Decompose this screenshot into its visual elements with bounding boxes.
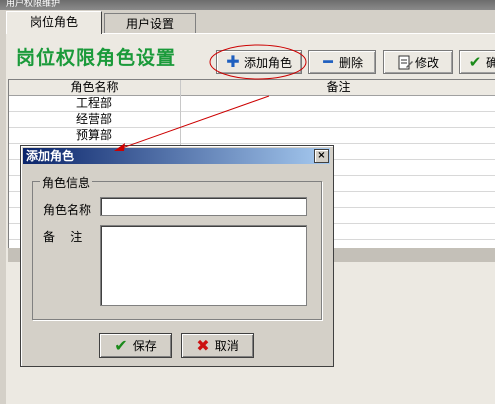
cancel-button[interactable]: ✖ 取消 xyxy=(181,333,254,358)
tab-user-settings-label: 用户设置 xyxy=(125,17,174,31)
role-name-cell: 工程部 xyxy=(75,96,112,110)
table-header: 角色名称 备注 xyxy=(9,80,495,96)
role-name-input[interactable] xyxy=(100,197,307,216)
window-title-strip: 用户权限维护 xyxy=(0,0,495,10)
add-role-dialog: 添加角色 × 角色信息 角色名称 备 注 ✔ 保存 ✖ 取消 xyxy=(20,145,334,367)
tab-user-settings[interactable]: 用户设置 xyxy=(104,13,196,33)
table-row[interactable]: 工程部 xyxy=(9,96,495,112)
edit-label: 修改 xyxy=(414,55,439,70)
role-name-cell: 经营部 xyxy=(75,112,112,126)
column-header-role-name[interactable]: 角色名称 xyxy=(9,80,180,95)
column-header-note[interactable]: 备注 xyxy=(181,80,495,95)
edit-doc-icon xyxy=(397,55,413,70)
minus-icon: ━ xyxy=(323,52,333,71)
check-icon: ✔ xyxy=(114,336,128,355)
close-icon[interactable]: × xyxy=(314,149,329,163)
add-role-label: 添加角色 xyxy=(243,55,292,70)
save-button[interactable]: ✔ 保存 xyxy=(99,333,172,358)
confirm-button[interactable]: ✔ 确 xyxy=(459,50,495,74)
edit-button[interactable]: 修改 xyxy=(383,50,453,74)
tab-roles-label: 岗位角色 xyxy=(29,15,78,29)
delete-button[interactable]: ━ 删除 xyxy=(308,50,376,74)
dialog-titlebar[interactable]: 添加角色 xyxy=(23,148,330,164)
window-title: 用户权限维护 xyxy=(6,0,61,9)
check-icon: ✔ xyxy=(468,53,482,71)
delete-label: 删除 xyxy=(338,55,363,70)
role-name-cell: 预算部 xyxy=(75,128,112,142)
plus-icon: ✚ xyxy=(226,52,240,71)
x-icon: ✖ xyxy=(196,336,210,355)
save-label: 保存 xyxy=(132,339,157,353)
dialog-title: 添加角色 xyxy=(26,149,75,163)
note-label: 备 注 xyxy=(43,230,83,244)
note-textarea[interactable] xyxy=(100,225,307,306)
table-row[interactable]: 预算部 xyxy=(9,128,495,144)
cancel-label: 取消 xyxy=(214,339,239,353)
tab-roles[interactable]: 岗位角色 xyxy=(6,11,102,34)
page-title: 岗位权限角色设置 xyxy=(16,47,177,69)
table-row[interactable]: 经营部 xyxy=(9,112,495,128)
group-label: 角色信息 xyxy=(40,174,93,191)
confirm-partial-label: 确 xyxy=(486,55,495,70)
add-role-button[interactable]: ✚ 添加角色 xyxy=(216,50,302,74)
role-name-label: 角色名称 xyxy=(43,203,92,217)
